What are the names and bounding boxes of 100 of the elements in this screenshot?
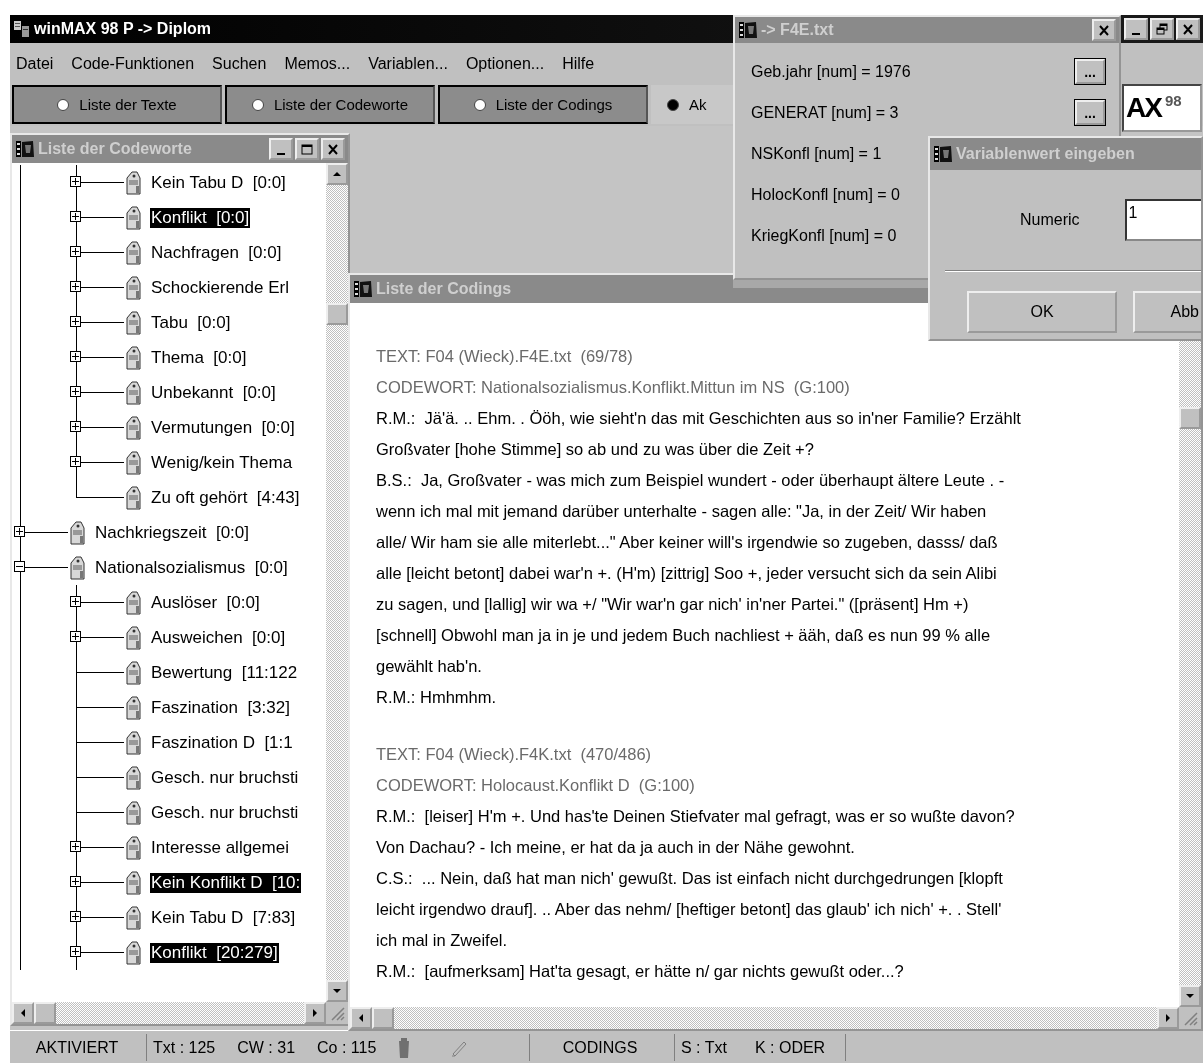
- expand-toggle[interactable]: [70, 876, 81, 887]
- expand-toggle[interactable]: [70, 946, 81, 957]
- expand-toggle[interactable]: [70, 631, 81, 642]
- tree-item[interactable]: Wenig/kein Thema: [150, 452, 294, 473]
- menu-item[interactable]: Memos...: [284, 54, 351, 73]
- expand-toggle[interactable]: [70, 386, 81, 397]
- expand-toggle[interactable]: [70, 841, 81, 852]
- text-line: ich mal in Zweifel.: [376, 930, 509, 951]
- tree-item[interactable]: Nationalsozialismus [0:0]: [94, 557, 289, 578]
- tree-item[interactable]: Gesch. nur bruchsti: [150, 767, 300, 788]
- tag-icon: [124, 240, 141, 265]
- scroll-right-button[interactable]: [304, 1002, 326, 1024]
- plus-icon: [71, 632, 80, 641]
- tag-icon: [124, 870, 141, 895]
- tag-icon: [124, 415, 141, 440]
- tag-icon: [68, 520, 85, 545]
- expand-toggle[interactable]: [14, 526, 25, 537]
- status-count: Co : 115: [317, 1038, 377, 1057]
- plus-icon: [71, 877, 80, 886]
- dialog-button[interactable]: OK: [967, 291, 1117, 333]
- scroll-down-button[interactable]: [1179, 985, 1201, 1007]
- text-reference: TEXT: F04 (Wieck).F4E.txt (69/78): [376, 346, 634, 367]
- edit-button[interactable]: ...: [1075, 100, 1105, 125]
- scroll-right-button[interactable]: [1157, 1007, 1179, 1029]
- scroll-left-button[interactable]: [12, 1002, 34, 1024]
- tree-item[interactable]: Kein Konflikt D [10:: [150, 872, 302, 893]
- expand-toggle[interactable]: [70, 316, 81, 327]
- tab[interactable]: Liste der Texte: [12, 85, 222, 124]
- text-line: alle [leicht betont] dabei war'n +. (H'm) [zittrig] Soo +, jeder versucht sich da sein Alibi: [376, 563, 998, 584]
- tree-item[interactable]: Konflikt [0:0]: [150, 207, 251, 228]
- tree-item[interactable]: Tabu [0:0]: [150, 312, 232, 333]
- app-icon: [15, 139, 35, 159]
- field-label: Numeric: [1020, 211, 1080, 229]
- plus-icon: [71, 912, 80, 921]
- expand-toggle[interactable]: [70, 421, 81, 432]
- scroll-thumb[interactable]: [1179, 407, 1201, 429]
- menu-item[interactable]: Hilfe: [562, 54, 595, 73]
- expand-toggle[interactable]: [70, 211, 81, 222]
- tree-item[interactable]: Ausweichen [0:0]: [150, 627, 287, 648]
- menu-item[interactable]: Code-Funktionen: [71, 54, 195, 73]
- scroll-up-button[interactable]: [326, 163, 348, 185]
- expand-toggle[interactable]: [70, 456, 81, 467]
- input-field[interactable]: 1: [1124, 199, 1201, 241]
- tag-icon: [124, 800, 141, 825]
- scroll-thumb[interactable]: [34, 1002, 56, 1024]
- tree-item[interactable]: Gesch. nur bruchsti: [150, 802, 300, 823]
- tag-icon: [124, 450, 141, 475]
- window-title: Variablenwert eingeben: [956, 145, 1135, 163]
- tree-item[interactable]: Nachkriegszeit [0:0]: [94, 522, 250, 543]
- tree-item[interactable]: Kein Tabu D [7:83]: [150, 907, 297, 928]
- expand-toggle[interactable]: [70, 351, 81, 362]
- plus-icon: [71, 947, 80, 956]
- close-icon: [1181, 22, 1195, 36]
- tree-item[interactable]: Schockierende Erl: [150, 277, 290, 298]
- tree-item[interactable]: Faszination D [1:1: [150, 732, 294, 753]
- scroll-left-button[interactable]: [350, 1007, 372, 1029]
- expand-toggle[interactable]: [70, 246, 81, 257]
- dialog-button[interactable]: Abb: [1133, 291, 1201, 333]
- restore-button[interactable]: [1150, 18, 1174, 40]
- expand-toggle[interactable]: [70, 176, 81, 187]
- caret-left-icon: [19, 1008, 27, 1018]
- tree-item[interactable]: Thema [0:0]: [150, 347, 248, 368]
- vertical-scrollbar[interactable]: [326, 163, 348, 1002]
- tree-item[interactable]: Kein Tabu D [0:0]: [150, 172, 287, 193]
- tree-item[interactable]: Konflikt [20:279]: [150, 942, 279, 963]
- tag-icon: [124, 345, 141, 370]
- edit-button[interactable]: ...: [1075, 59, 1105, 84]
- expand-toggle[interactable]: [14, 561, 25, 572]
- horizontal-scrollbar[interactable]: [350, 1007, 1201, 1029]
- expand-toggle[interactable]: [70, 596, 81, 607]
- tree-item[interactable]: Interesse allgemei: [150, 837, 290, 858]
- tree-item[interactable]: Unbekannt [0:0]: [150, 382, 277, 403]
- plus-icon: [71, 212, 80, 221]
- horizontal-scrollbar[interactable]: [12, 1002, 348, 1024]
- caret-up-icon: [332, 170, 342, 178]
- tag-icon: [124, 310, 141, 335]
- scroll-thumb[interactable]: [372, 1007, 394, 1029]
- minimize-button[interactable]: [1124, 18, 1148, 40]
- menu-item[interactable]: Optionen...: [465, 54, 545, 73]
- close-button[interactable]: [1176, 18, 1200, 40]
- tab[interactable]: Liste der Codings: [438, 85, 648, 124]
- menu-item[interactable]: Datei: [16, 54, 54, 73]
- tree-item[interactable]: Nachfragen [0:0]: [150, 242, 283, 263]
- scroll-thumb[interactable]: [326, 303, 348, 325]
- tree-item[interactable]: Vermutungen [0:0]: [150, 417, 296, 438]
- text-line: Großvater [hohe Stimme] so ab und zu was über die Zeit +?: [376, 439, 815, 460]
- expand-toggle[interactable]: [70, 281, 81, 292]
- tab[interactable]: Liste der Codeworte: [225, 85, 435, 124]
- menu-item[interactable]: Variablen...: [368, 54, 448, 73]
- tree-item[interactable]: Faszination [3:32]: [150, 697, 291, 718]
- caret-right-icon: [311, 1008, 319, 1018]
- minimize-icon: [1132, 32, 1140, 35]
- tree-item[interactable]: Auslöser [0:0]: [150, 592, 261, 613]
- expand-toggle[interactable]: [70, 911, 81, 922]
- scroll-down-button[interactable]: [326, 980, 348, 1002]
- tree-item[interactable]: Zu oft gehört [4:43]: [150, 487, 301, 508]
- menu-item[interactable]: Suchen: [212, 54, 267, 73]
- variable-label: KriegKonfl [num] = 0: [751, 226, 897, 245]
- plus-icon: [71, 247, 80, 256]
- tree-item[interactable]: Bewertung [11:122: [150, 662, 299, 683]
